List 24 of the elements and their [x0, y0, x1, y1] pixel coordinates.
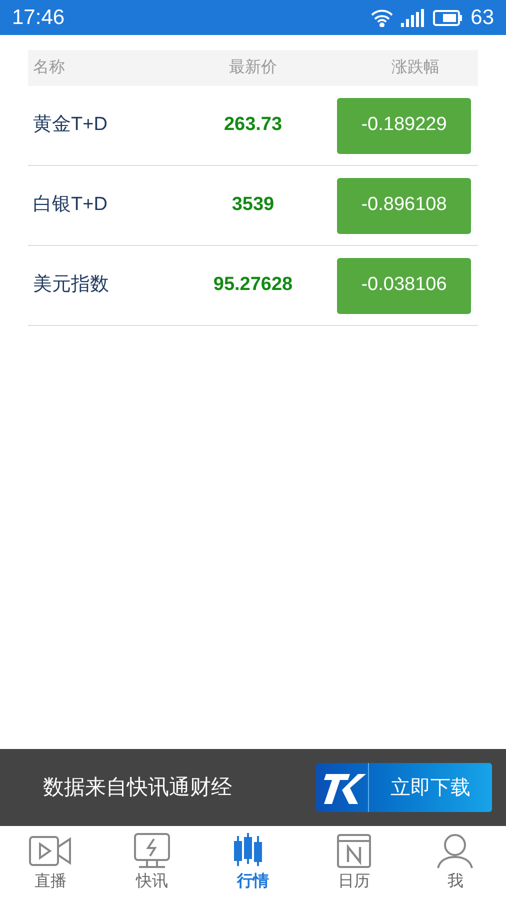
column-header: 涨跌幅 [390, 58, 440, 78]
table-cell-text: 3539 [230, 193, 276, 218]
wifi-icon [370, 8, 393, 26]
nav-tab[interactable]: 行情 [202, 832, 304, 894]
download-button[interactable]: 立即下载 [316, 763, 492, 812]
signal-icon [400, 8, 425, 26]
table-cell-text: 美元指数 [32, 272, 110, 298]
nav-tab[interactable]: 快讯 [101, 832, 202, 894]
battery-level: 63 [470, 4, 494, 31]
status-time: 17:46 [12, 4, 65, 31]
column-header: 名称 [32, 58, 66, 78]
battery-icon [432, 8, 463, 26]
table-cell-text: 黄金T+D [32, 113, 108, 138]
change-badge: -0.038106 [337, 258, 471, 314]
nav-tab[interactable]: 我 [404, 832, 506, 894]
change-badge: -0.896108 [337, 178, 471, 234]
table-cell-text: 263.73 [222, 113, 284, 138]
banner-text: 数据来自快讯通财经 [43, 774, 232, 801]
nav-tab[interactable]: 日历 [304, 832, 405, 894]
table-cell-text: 95.27628 [212, 273, 294, 298]
column-header: 最新价 [228, 58, 278, 78]
table-cell-text: 白银T+D [32, 193, 108, 218]
nav-tab[interactable]: 直播 [0, 832, 102, 894]
change-badge: -0.189229 [337, 98, 471, 154]
